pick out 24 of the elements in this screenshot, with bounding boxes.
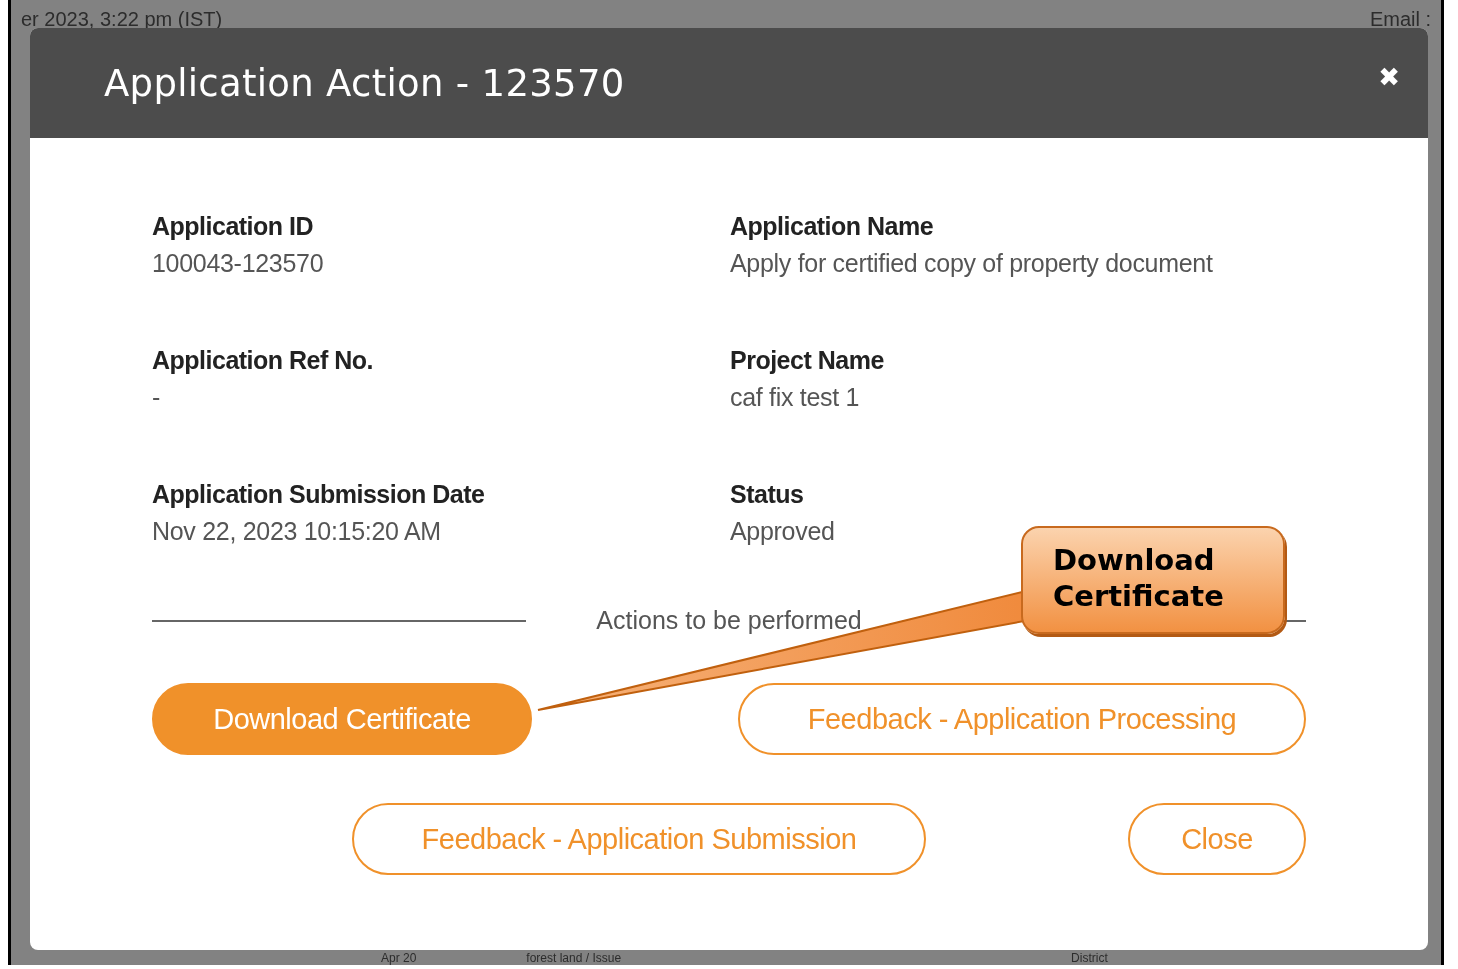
background-text: Email : xyxy=(1369,10,1431,28)
modal-title: Application Action - 123570 xyxy=(104,61,625,105)
field-label: Application Name xyxy=(730,212,935,241)
field-label: Application Ref No. xyxy=(152,346,375,375)
field-value: - xyxy=(152,383,162,412)
feedback-button[interactable]: Feedback - Application Processing xyxy=(738,683,1306,755)
field-label: Status xyxy=(730,480,805,509)
field-label: Project Name xyxy=(730,346,885,375)
close-button[interactable]: Close xyxy=(1128,803,1306,875)
field-value: caf fix test 1 xyxy=(730,383,861,412)
background-text: District xyxy=(1071,951,1108,965)
callout-bubble: Download Certificate xyxy=(1021,526,1285,634)
background-text: Apr 20 xyxy=(381,951,417,965)
field-label: Application Submission Date xyxy=(152,480,486,509)
background-text: forest land / Issue xyxy=(526,951,622,965)
background-text: er 2023, 3:22 pm (IST) xyxy=(21,10,223,28)
field-value: Approved xyxy=(730,517,836,546)
field-value: Apply for certified copy of property document xyxy=(730,249,1214,278)
download-certificate-button[interactable]: Download Certificate xyxy=(152,683,532,755)
section-heading: Actions to be performed xyxy=(596,606,862,635)
feedback-button[interactable]: Feedback - Application Submission xyxy=(352,803,926,875)
field-value: 100043-123570 xyxy=(152,249,325,278)
field-label: Application ID xyxy=(152,212,315,241)
field-value: Nov 22, 2023 10:15:20 AM xyxy=(152,517,442,546)
